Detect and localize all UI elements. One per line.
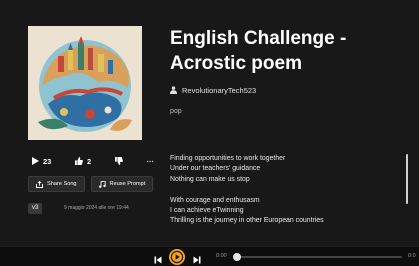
- music-note-icon: [98, 180, 106, 188]
- play-count[interactable]: 23: [32, 157, 51, 166]
- person-icon: [170, 86, 177, 94]
- play-button[interactable]: [169, 249, 185, 265]
- lyric-line: Finding opportunities to work together: [170, 155, 286, 162]
- more-options-icon: ···: [146, 156, 154, 166]
- play-count-value: 23: [43, 156, 52, 166]
- lyric-line: I can achieve eTwinning: [170, 206, 244, 214]
- lyric-line: Thrilling is the journey in other Europe…: [170, 217, 324, 225]
- lyrics-scrollbar[interactable]: [406, 154, 408, 204]
- thumbs-down-icon: [114, 157, 123, 165]
- share-song-button[interactable]: Share Song: [28, 176, 85, 192]
- share-icon: [36, 180, 43, 188]
- lyric-line: Nothing can make us stop: [170, 175, 250, 183]
- dislike-button[interactable]: [114, 157, 123, 165]
- author-name: RevolutionaryTech523: [182, 85, 257, 95]
- action-buttons: Share Song Reuse Prompt: [28, 176, 154, 192]
- song-title-line-1: English Challenge -: [170, 28, 347, 49]
- more-options-button[interactable]: ···: [146, 157, 154, 166]
- like-button[interactable]: 2: [75, 157, 91, 166]
- stanza-gap: [170, 185, 402, 195]
- play-icon: [170, 250, 184, 264]
- lyric-line: Under our teachers' guidance: [170, 165, 261, 173]
- cover-illustration: [28, 26, 142, 140]
- next-track-button[interactable]: [192, 252, 202, 264]
- reuse-prompt-label: Reuse Prompt: [109, 181, 146, 187]
- current-time: 0:00: [216, 253, 227, 259]
- genre-tag[interactable]: pop: [170, 108, 182, 115]
- stats-row: 23 2 ···: [32, 155, 154, 167]
- thumbs-up-icon: [75, 157, 83, 165]
- progress-track[interactable]: [236, 256, 402, 258]
- version-badge[interactable]: v3: [28, 203, 43, 214]
- cover-art[interactable]: [28, 26, 142, 140]
- play-icon: [32, 157, 39, 165]
- lyrics-panel: Finding opportunities to work together U…: [170, 154, 402, 242]
- author-link[interactable]: RevolutionaryTech523: [170, 84, 256, 96]
- player-bar: 0:00 0:0: [0, 246, 419, 266]
- skip-next-icon: [193, 256, 201, 264]
- progress-knob[interactable]: [233, 253, 241, 261]
- song-title-line-2: Acrostic poem: [170, 53, 302, 74]
- previous-track-button[interactable]: [153, 252, 163, 264]
- total-time: 0:0: [408, 253, 416, 259]
- skip-previous-icon: [154, 256, 162, 264]
- reuse-prompt-button[interactable]: Reuse Prompt: [90, 176, 154, 192]
- lyric-line: With courage and enthusasm: [170, 196, 260, 204]
- share-song-label: Share Song: [47, 181, 77, 187]
- creation-date: 9 maggio 2024 alle ore 19:44: [64, 205, 129, 211]
- like-count: 2: [87, 156, 92, 166]
- song-title: English Challenge - Acrostic poem: [170, 26, 410, 76]
- song-page: English Challenge - Acrostic poem Revolu…: [0, 0, 419, 266]
